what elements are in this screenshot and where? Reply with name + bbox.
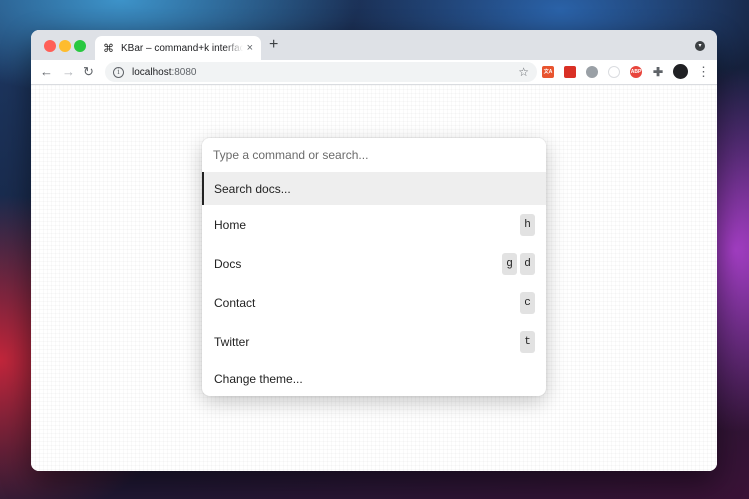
shortcut-keys: t bbox=[520, 330, 535, 353]
command-item-twitter[interactable]: Twitter t bbox=[202, 322, 546, 361]
url-port: :8080 bbox=[171, 66, 197, 78]
puzzle-icon[interactable]: ✚ bbox=[652, 66, 664, 78]
reload-button[interactable]: ↻ bbox=[83, 64, 94, 80]
command-item-label: Docs bbox=[214, 256, 242, 271]
browser-window: ⌘ KBar – command+k interface for your si… bbox=[31, 30, 717, 471]
new-tab-button[interactable]: + bbox=[269, 36, 278, 54]
shortcut-keys: c bbox=[520, 291, 535, 314]
red-extension-icon[interactable] bbox=[564, 66, 576, 78]
browser-menu-icon[interactable]: ⋮ bbox=[697, 64, 710, 80]
shortcut-key: d bbox=[520, 252, 535, 275]
command-palette: Search docs... Home h Docs g d Conta bbox=[202, 138, 546, 396]
command-item-label: Contact bbox=[214, 295, 256, 310]
translate-extension-icon[interactable]: 文A bbox=[542, 66, 554, 78]
command-item-label: Change theme... bbox=[214, 372, 303, 386]
url-host: localhost bbox=[132, 66, 172, 78]
browser-toolbar: ← → ↻ i localhost:8080 ☆ 文A ABP ✚ ⋮ bbox=[31, 60, 717, 85]
adblock-extension-icon[interactable]: ABP bbox=[630, 66, 642, 78]
white-extension-icon[interactable] bbox=[608, 66, 620, 78]
zoom-window-button[interactable] bbox=[74, 40, 86, 52]
page-content: Search docs... Home h Docs g d Conta bbox=[31, 85, 717, 471]
shortcut-keys: h bbox=[520, 213, 535, 236]
bookmark-star-icon[interactable]: ☆ bbox=[518, 65, 529, 79]
tab-title: KBar – command+k interface for your site bbox=[121, 42, 243, 54]
forward-button[interactable]: → bbox=[62, 64, 75, 80]
command-item-label: Home bbox=[214, 217, 247, 232]
tab-kbar[interactable]: ⌘ KBar – command+k interface for your si… bbox=[95, 36, 261, 60]
command-item-home[interactable]: Home h bbox=[202, 205, 546, 244]
command-item-contact[interactable]: Contact c bbox=[202, 283, 546, 322]
tab-strip: ⌘ KBar – command+k interface for your si… bbox=[31, 30, 717, 60]
shortcut-key: t bbox=[520, 330, 535, 353]
shortcut-keys: g d bbox=[502, 252, 535, 275]
close-tab-icon[interactable]: × bbox=[247, 42, 253, 54]
command-item-search-docs[interactable]: Search docs... bbox=[202, 172, 546, 205]
shortcut-key: g bbox=[502, 252, 517, 275]
command-list: Search docs... Home h Docs g d Contact c… bbox=[202, 172, 546, 396]
back-button[interactable]: ← bbox=[40, 64, 53, 80]
shortcut-key: c bbox=[520, 291, 535, 314]
shortcut-key: h bbox=[520, 213, 535, 236]
tab-search-icon[interactable]: ▾ bbox=[695, 41, 705, 51]
command-key-icon: ⌘ bbox=[103, 42, 114, 55]
grey-extension-icon[interactable] bbox=[586, 66, 598, 78]
address-bar[interactable]: i localhost:8080 ☆ bbox=[105, 62, 537, 82]
command-item-change-theme[interactable]: Change theme... bbox=[202, 361, 546, 396]
command-item-label: Twitter bbox=[214, 334, 250, 349]
profile-avatar-icon[interactable] bbox=[673, 64, 688, 79]
site-info-icon[interactable]: i bbox=[113, 66, 124, 78]
command-item-docs[interactable]: Docs g d bbox=[202, 244, 546, 283]
url-text: localhost:8080 bbox=[132, 67, 197, 78]
minimize-window-button[interactable] bbox=[59, 40, 71, 52]
command-search-input[interactable] bbox=[202, 138, 546, 172]
close-window-button[interactable] bbox=[44, 40, 56, 52]
command-item-label: Search docs... bbox=[214, 181, 291, 196]
